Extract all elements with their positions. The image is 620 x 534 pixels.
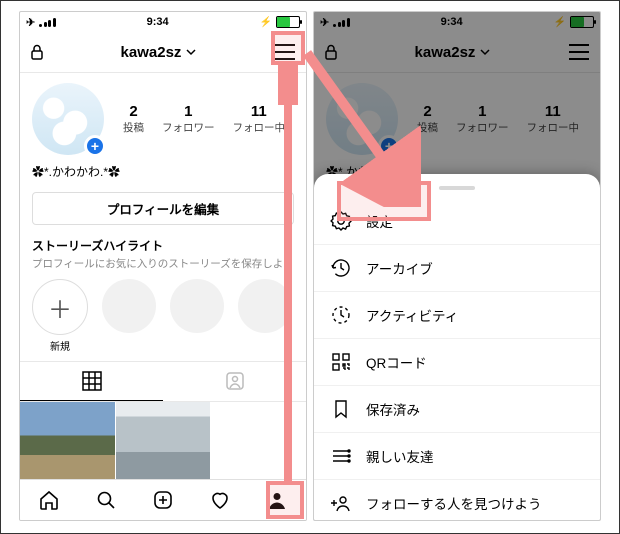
sheet-grabber[interactable] xyxy=(439,186,475,190)
annotation-highlight-profile-tab xyxy=(266,481,304,519)
tab-grid[interactable] xyxy=(20,362,163,401)
nav-new-post[interactable] xyxy=(134,480,191,520)
username-dropdown[interactable]: kawa2sz xyxy=(121,44,198,61)
stat-followers[interactable]: 1 フォロワー xyxy=(162,103,215,135)
status-bar: 9:34 xyxy=(20,12,306,32)
display-name: ✿*.かわかわ.*✿ xyxy=(20,161,306,186)
activity-icon xyxy=(330,304,352,326)
stat-posts[interactable]: 2 投稿 xyxy=(123,103,144,135)
close-friends-icon xyxy=(330,445,352,467)
chevron-down-icon xyxy=(185,46,197,58)
bottom-nav xyxy=(20,479,306,520)
edit-profile-button[interactable]: プロフィールを編集 xyxy=(32,192,294,225)
battery-icon xyxy=(276,16,300,28)
phone-profile-screen: 9:34 kawa2sz xyxy=(19,11,307,521)
username-label: kawa2sz xyxy=(121,44,182,61)
plus-icon: ＋ xyxy=(32,279,88,335)
annotation-highlight-hamburger xyxy=(271,31,305,65)
menu-saved[interactable]: 保存済み xyxy=(314,386,600,433)
avatar[interactable]: + xyxy=(32,83,104,155)
bookmark-icon xyxy=(330,398,352,420)
nav-search[interactable] xyxy=(77,480,134,520)
menu-discover-people[interactable]: フォローする人を見つけよう xyxy=(314,480,600,521)
top-nav: kawa2sz xyxy=(20,32,306,73)
menu-qr-code[interactable]: QRコード xyxy=(314,339,600,386)
charging-icon xyxy=(260,16,270,28)
signal-icon xyxy=(39,18,56,27)
discover-people-icon xyxy=(330,492,352,514)
highlight-new[interactable]: ＋ 新規 xyxy=(32,279,88,353)
annotated-screenshot: 9:34 kawa2sz xyxy=(0,0,620,534)
bottom-sheet-menu: 設定 アーカイブ アクティビティ QRコード xyxy=(314,174,600,520)
annotation-arrow-vertical xyxy=(278,65,298,481)
highlight-placeholder xyxy=(102,279,156,333)
menu-archive[interactable]: アーカイブ xyxy=(314,245,600,292)
add-story-badge[interactable]: + xyxy=(84,135,106,157)
qr-icon xyxy=(330,351,352,373)
menu-activity[interactable]: アクティビティ xyxy=(314,292,600,339)
lock-icon xyxy=(30,44,44,60)
nav-activity[interactable] xyxy=(192,480,249,520)
airplane-icon xyxy=(26,16,35,29)
annotation-arrow-diagonal xyxy=(301,47,421,207)
highlight-placeholder xyxy=(170,279,224,333)
clock: 9:34 xyxy=(147,16,169,28)
highlights-desc: プロフィールにお気に入りのストーリーズを保存しよう xyxy=(20,254,306,279)
highlights-title: ストーリーズハイライト xyxy=(20,235,306,254)
menu-close-friends[interactable]: 親しい友達 xyxy=(314,433,600,480)
nav-home[interactable] xyxy=(20,480,77,520)
archive-icon xyxy=(330,257,352,279)
